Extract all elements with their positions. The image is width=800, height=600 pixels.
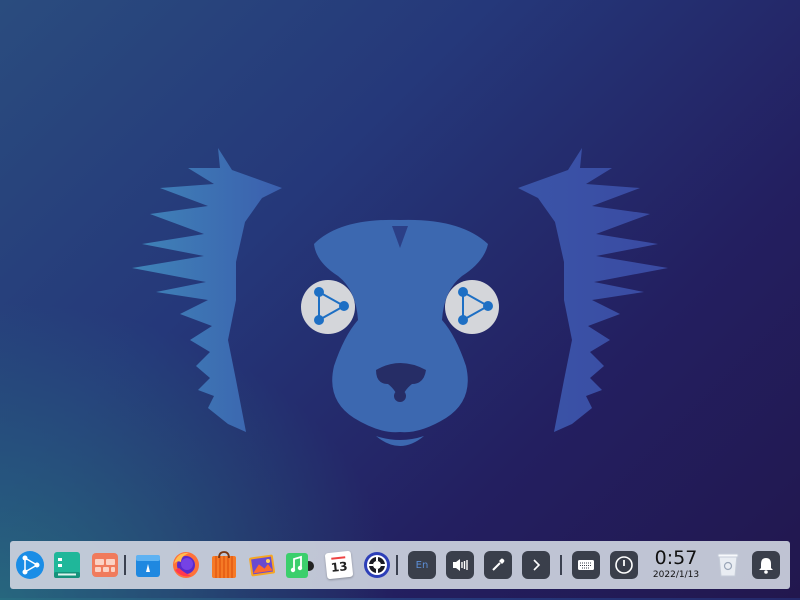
power-icon <box>615 556 633 574</box>
onscreen-keyboard-button[interactable] <box>572 551 600 579</box>
notification-button[interactable] <box>752 551 780 579</box>
calendar-day: 13 <box>330 559 349 575</box>
trash-button[interactable] <box>712 549 744 581</box>
eyedropper-icon <box>492 558 505 571</box>
file-manager-button[interactable] <box>51 549 83 581</box>
chevron-right-icon <box>533 559 541 571</box>
input-method-button[interactable]: En <box>408 551 436 579</box>
firefox-button[interactable] <box>170 549 202 581</box>
wallpaper-logo <box>132 148 668 446</box>
speaker-icon <box>453 559 468 571</box>
multitask-view-button[interactable] <box>89 549 121 581</box>
dock-separator <box>124 555 126 575</box>
clock-time: 0:57 <box>654 547 698 569</box>
clock[interactable]: 0:57 2022/1/13 <box>648 547 704 581</box>
file-manager-icon <box>54 552 80 578</box>
input-method-label: En <box>415 559 429 571</box>
settings-button[interactable] <box>361 549 393 581</box>
multitask-view-icon <box>92 553 118 577</box>
app-store-bag-button[interactable] <box>208 549 240 581</box>
app-store-icon <box>136 555 160 577</box>
firefox-icon <box>173 552 199 578</box>
settings-icon <box>364 552 390 578</box>
launcher-button[interactable] <box>14 549 46 581</box>
app-store-button[interactable] <box>132 549 164 581</box>
dock-separator <box>396 555 398 575</box>
calendar-button[interactable]: 13 <box>323 549 355 581</box>
clock-date: 2022/1/13 <box>652 570 700 580</box>
image-viewer-icon <box>249 554 276 577</box>
app-store-bag-icon <box>212 551 236 578</box>
volume-button[interactable] <box>446 551 474 579</box>
color-picker-button[interactable] <box>484 551 512 579</box>
keyboard-icon <box>578 560 594 570</box>
launcher-icon <box>16 551 44 579</box>
bell-icon <box>759 558 773 574</box>
tray-expand-button[interactable] <box>522 551 550 579</box>
dock-separator <box>560 555 562 575</box>
music-icon <box>286 553 314 578</box>
trash-icon <box>717 553 739 577</box>
image-viewer-button[interactable] <box>246 549 278 581</box>
calendar-icon: 13 <box>324 550 354 580</box>
power-button[interactable] <box>610 551 638 579</box>
music-button[interactable] <box>284 549 316 581</box>
dock: 13 En 0:57 2022/1/13 <box>10 541 790 589</box>
